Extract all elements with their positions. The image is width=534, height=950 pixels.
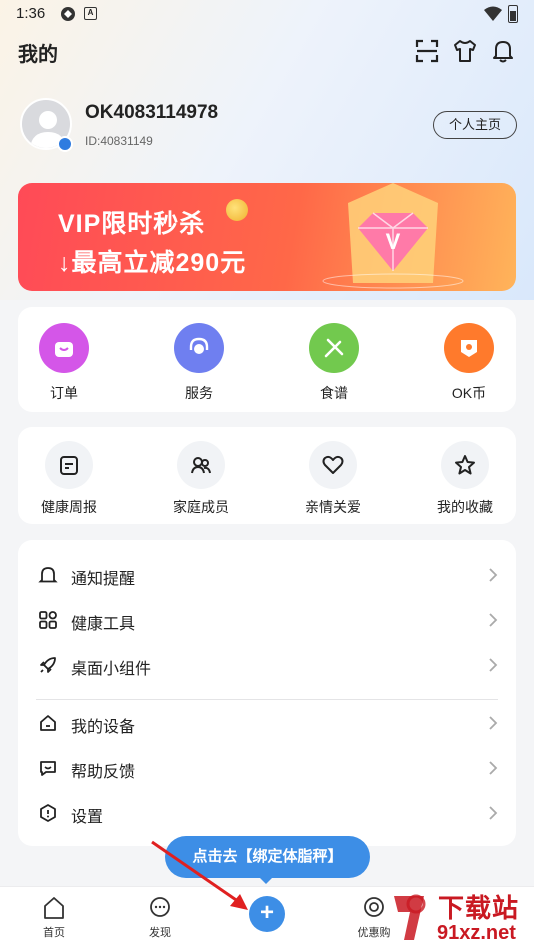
tool-label: 健康周报: [41, 499, 97, 515]
menu-label: 帮助反馈: [71, 764, 136, 781]
service-support[interactable]: 服务: [149, 323, 249, 403]
user-id: ID:40831149: [85, 134, 153, 148]
menu-my-devices[interactable]: 我的设备: [18, 701, 498, 745]
ok-coin-icon: [444, 323, 494, 373]
app-notification-icon: [61, 7, 75, 21]
page-title: 我的: [18, 44, 58, 66]
service-label: 食谱: [320, 385, 348, 401]
svg-text:V: V: [386, 229, 401, 254]
service-label: 服务: [185, 385, 213, 401]
heart-icon: [309, 441, 357, 489]
status-time: 1:36: [16, 5, 46, 22]
grid-icon: [39, 611, 57, 629]
device-icon: [40, 715, 56, 731]
battery-icon: [508, 5, 518, 23]
red-arrow-annotation: [151, 840, 248, 910]
tool-favorites[interactable]: 我的收藏: [415, 441, 515, 517]
wifi-icon: [484, 6, 502, 21]
chevron-right-icon: [489, 568, 498, 582]
shirt-icon[interactable]: [452, 38, 478, 64]
service-recipes[interactable]: 食谱: [284, 323, 384, 403]
a-notification-icon: A: [84, 7, 97, 20]
nav-label: 首页: [43, 927, 65, 939]
tool-family-care[interactable]: 亲情关爱: [283, 441, 383, 517]
utensils-icon: [309, 323, 359, 373]
scan-icon[interactable]: [414, 38, 440, 64]
chevron-right-icon: [489, 613, 498, 627]
tool-health-report[interactable]: 健康周报: [19, 441, 119, 517]
star-icon: [441, 441, 489, 489]
home-icon: [44, 897, 64, 919]
bag-icon: [39, 323, 89, 373]
tool-label: 家庭成员: [173, 499, 229, 515]
menu-desktop-widgets[interactable]: 桌面小组件: [18, 643, 498, 687]
watermark-text: 下载站: [438, 893, 520, 923]
menu-label: 通知提醒: [71, 571, 136, 588]
service-label: OK币: [451, 385, 487, 401]
menu-notifications[interactable]: 通知提醒: [18, 553, 498, 597]
rocket-icon: [40, 657, 56, 673]
family-tools-card: 健康周报 家庭成员 亲情关爱 我的收藏: [18, 427, 516, 524]
menu-label: 健康工具: [71, 616, 136, 633]
service-label: 订单: [50, 385, 78, 401]
bell-icon[interactable]: [490, 38, 516, 64]
chevron-right-icon: [489, 716, 498, 730]
menu-health-tools[interactable]: 健康工具: [18, 598, 498, 642]
watermark-url: 91xz.net: [437, 922, 516, 944]
menu-label: 设置: [71, 809, 104, 826]
nav-label: 发现: [149, 927, 171, 939]
feedback-icon: [40, 761, 56, 776]
menu-help-feedback[interactable]: 帮助反馈: [18, 746, 498, 790]
service-orders[interactable]: 订单: [14, 323, 114, 403]
nav-home[interactable]: 首页: [14, 895, 94, 940]
menu-label: 桌面小组件: [71, 661, 152, 678]
watermark-logo-icon: [394, 894, 426, 940]
tool-label: 我的收藏: [437, 499, 493, 515]
report-icon: [45, 441, 93, 489]
status-bar: 1:36 A: [0, 0, 534, 28]
vip-diamond-icon: V: [322, 183, 464, 289]
coin-icon: [226, 199, 248, 221]
menu-settings[interactable]: 设置: [18, 791, 498, 835]
service-okcoin[interactable]: OK币: [419, 323, 519, 403]
homepage-button[interactable]: 个人主页: [433, 111, 517, 139]
chevron-right-icon: [489, 658, 498, 672]
username: OK4083114978: [85, 102, 219, 123]
quick-services-card: 订单 服务 食谱 OK币: [18, 307, 516, 412]
vip-banner[interactable]: VIP限时秒杀 ↓最高立减290元 V: [18, 183, 516, 291]
chevron-right-icon: [489, 761, 498, 775]
vip-subtitle: ↓最高立减290元: [58, 249, 247, 277]
settings-icon: [40, 804, 56, 822]
tool-family-members[interactable]: 家庭成员: [151, 441, 251, 517]
vip-title: VIP限时秒杀: [58, 210, 206, 238]
bell-icon: [38, 567, 58, 583]
tooltip-tail: [258, 876, 274, 884]
headset-icon: [174, 323, 224, 373]
edit-badge-icon[interactable]: [57, 136, 73, 152]
menu-label: 我的设备: [71, 719, 136, 736]
family-icon: [177, 441, 225, 489]
divider: [36, 699, 498, 700]
tool-label: 亲情关爱: [305, 499, 361, 515]
chevron-right-icon: [489, 806, 498, 820]
